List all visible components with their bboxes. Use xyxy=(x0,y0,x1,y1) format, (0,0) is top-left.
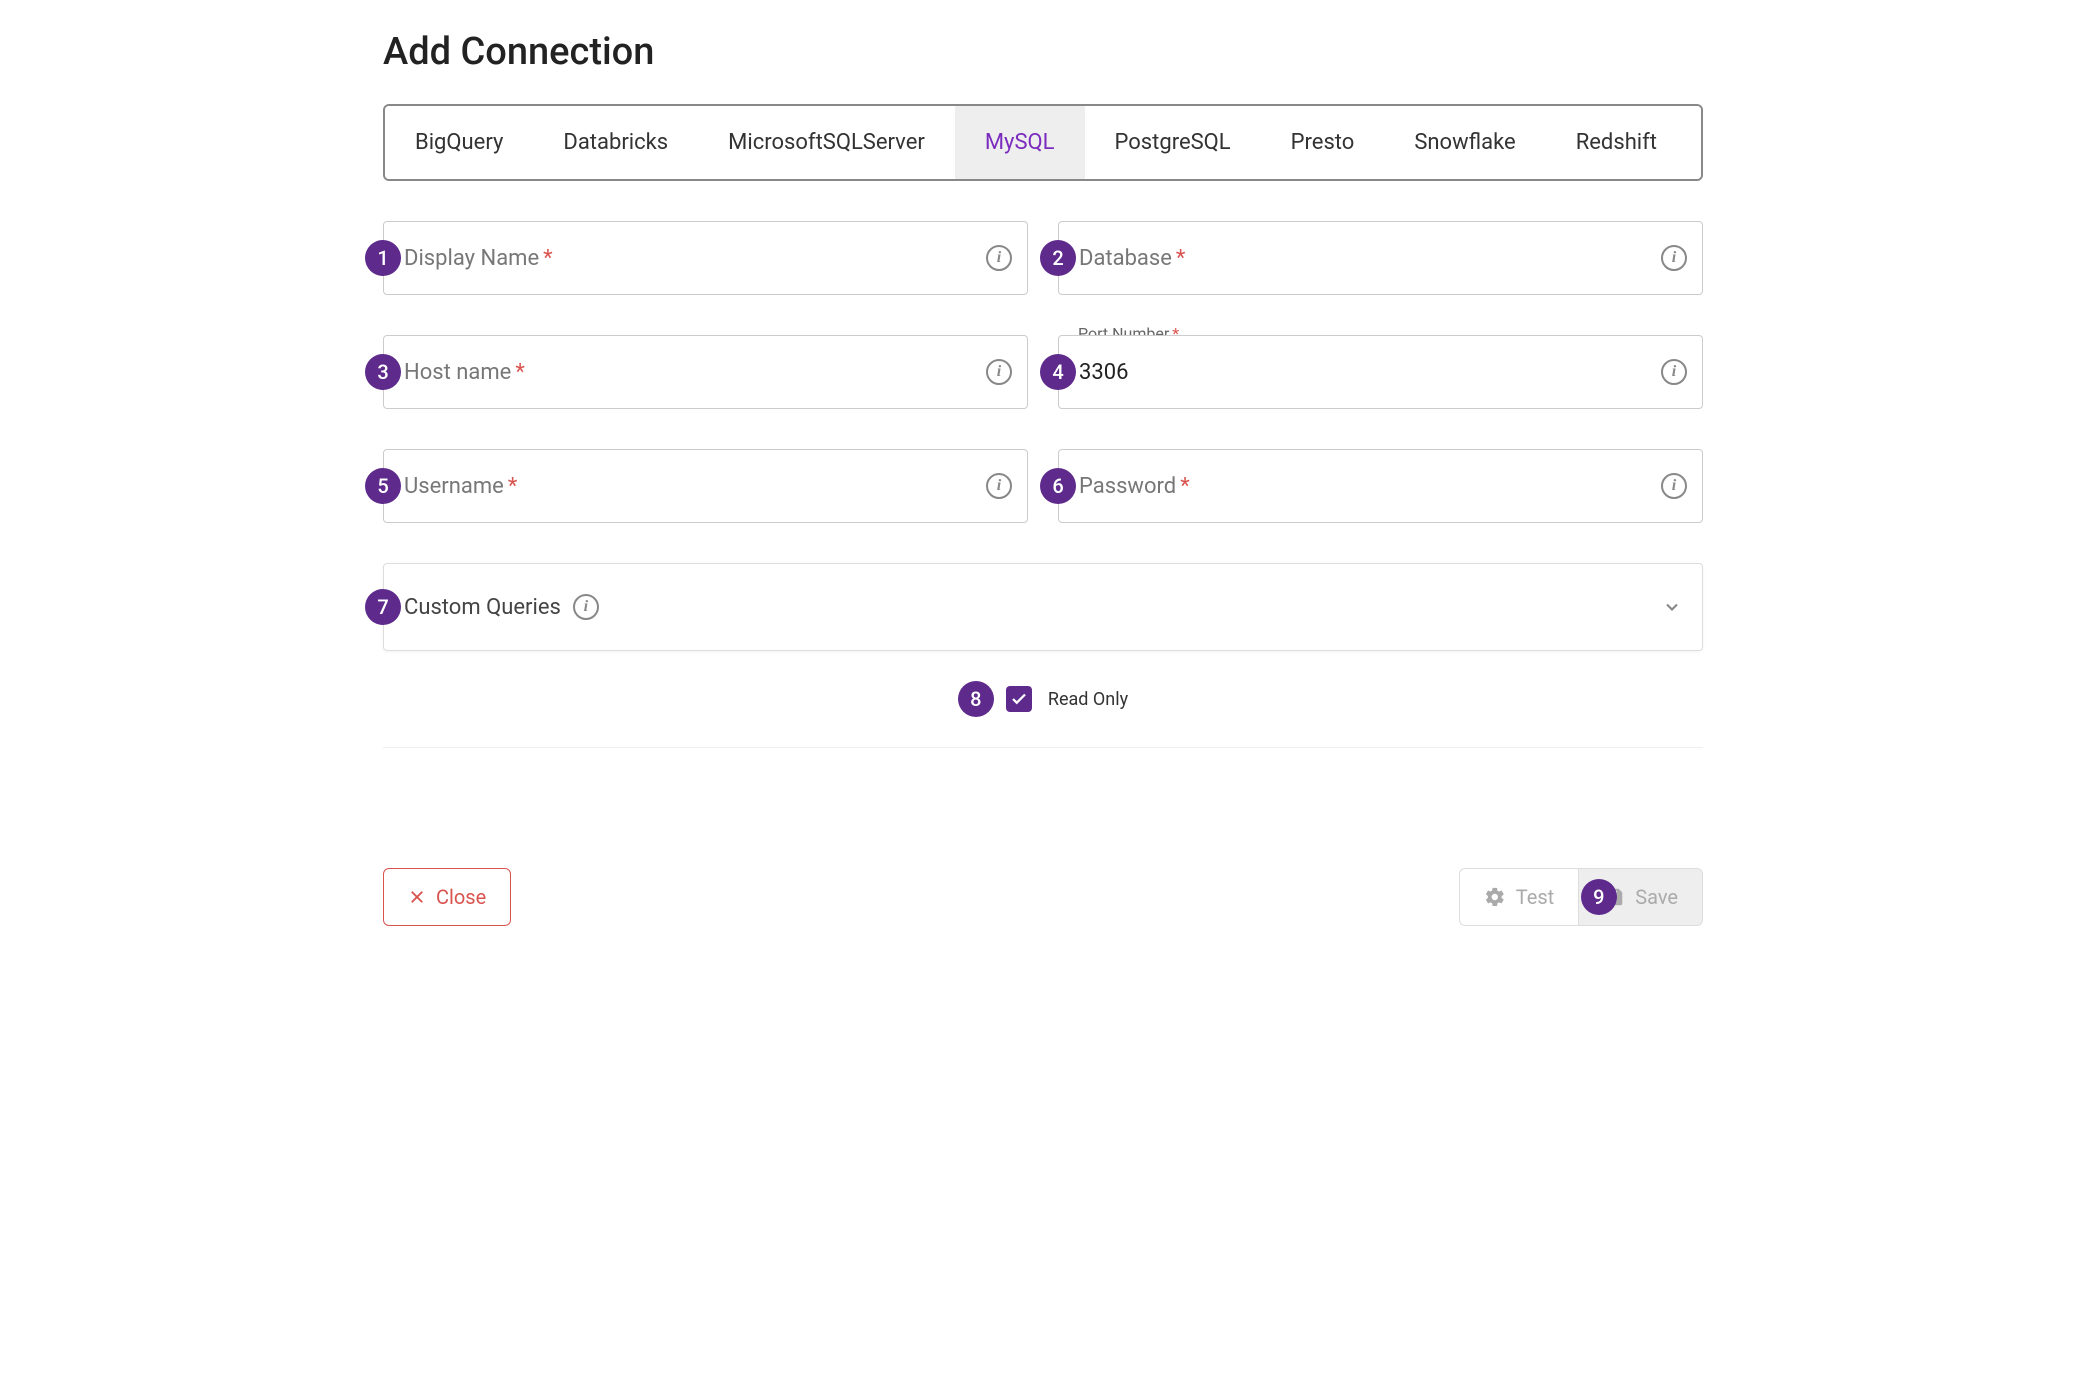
tab-snowflake[interactable]: Snowflake xyxy=(1384,106,1545,179)
info-icon[interactable]: i xyxy=(573,594,599,620)
display-name-field[interactable]: Display Name* i xyxy=(383,221,1028,295)
step-badge-7: 7 xyxy=(365,589,401,625)
password-label: Password* xyxy=(1079,474,1190,499)
tab-microsoftsqlserver[interactable]: MicrosoftSQLServer xyxy=(698,106,955,179)
step-badge-8: 8 xyxy=(958,681,994,717)
database-field[interactable]: Database* i xyxy=(1058,221,1703,295)
host-name-field[interactable]: Host name* i xyxy=(383,335,1028,409)
divider xyxy=(383,747,1703,748)
password-field[interactable]: Password* i xyxy=(1058,449,1703,523)
username-field[interactable]: Username* i xyxy=(383,449,1028,523)
port-number-field[interactable]: 3306 i xyxy=(1058,335,1703,409)
check-icon xyxy=(1010,690,1028,708)
close-button[interactable]: Close xyxy=(383,868,511,926)
host-name-label: Host name* xyxy=(404,360,525,385)
tab-presto[interactable]: Presto xyxy=(1261,106,1385,179)
step-badge-4: 4 xyxy=(1040,354,1076,390)
info-icon[interactable]: i xyxy=(986,473,1012,499)
step-badge-6: 6 xyxy=(1040,468,1076,504)
custom-queries-accordion[interactable]: Custom Queries i xyxy=(383,563,1703,651)
info-icon[interactable]: i xyxy=(1661,473,1687,499)
read-only-label: Read Only xyxy=(1048,689,1128,710)
display-name-label: Display Name* xyxy=(404,246,553,271)
info-icon[interactable]: i xyxy=(986,245,1012,271)
test-label: Test xyxy=(1516,885,1554,909)
tab-mysql[interactable]: MySQL xyxy=(955,106,1085,179)
step-badge-3: 3 xyxy=(365,354,401,390)
step-badge-1: 1 xyxy=(365,240,401,276)
close-label: Close xyxy=(436,885,486,909)
tab-postgresql[interactable]: PostgreSQL xyxy=(1085,106,1261,179)
database-label: Database* xyxy=(1079,246,1185,271)
port-number-value: 3306 xyxy=(1079,360,1128,385)
chevron-down-icon xyxy=(1662,597,1682,617)
tab-connectionstring[interactable]: ConnectionString xyxy=(1687,106,1703,179)
close-icon xyxy=(408,888,426,906)
step-badge-2: 2 xyxy=(1040,240,1076,276)
info-icon[interactable]: i xyxy=(986,359,1012,385)
test-button[interactable]: Test xyxy=(1459,868,1578,926)
read-only-checkbox[interactable] xyxy=(1006,686,1032,712)
save-label: Save xyxy=(1635,885,1678,909)
tab-bigquery[interactable]: BigQuery xyxy=(385,106,533,179)
gear-icon xyxy=(1484,886,1506,908)
step-badge-5: 5 xyxy=(365,468,401,504)
username-label: Username* xyxy=(404,474,517,499)
connection-type-tabs: BigQuery Databricks MicrosoftSQLServer M… xyxy=(383,104,1703,181)
tab-redshift[interactable]: Redshift xyxy=(1546,106,1687,179)
custom-queries-title: Custom Queries xyxy=(404,595,561,620)
info-icon[interactable]: i xyxy=(1661,245,1687,271)
tab-databricks[interactable]: Databricks xyxy=(533,106,698,179)
page-title: Add Connection xyxy=(383,30,1703,74)
footer: Close Test 9 Save xyxy=(383,868,1703,926)
info-icon[interactable]: i xyxy=(1661,359,1687,385)
step-badge-9: 9 xyxy=(1581,879,1617,915)
